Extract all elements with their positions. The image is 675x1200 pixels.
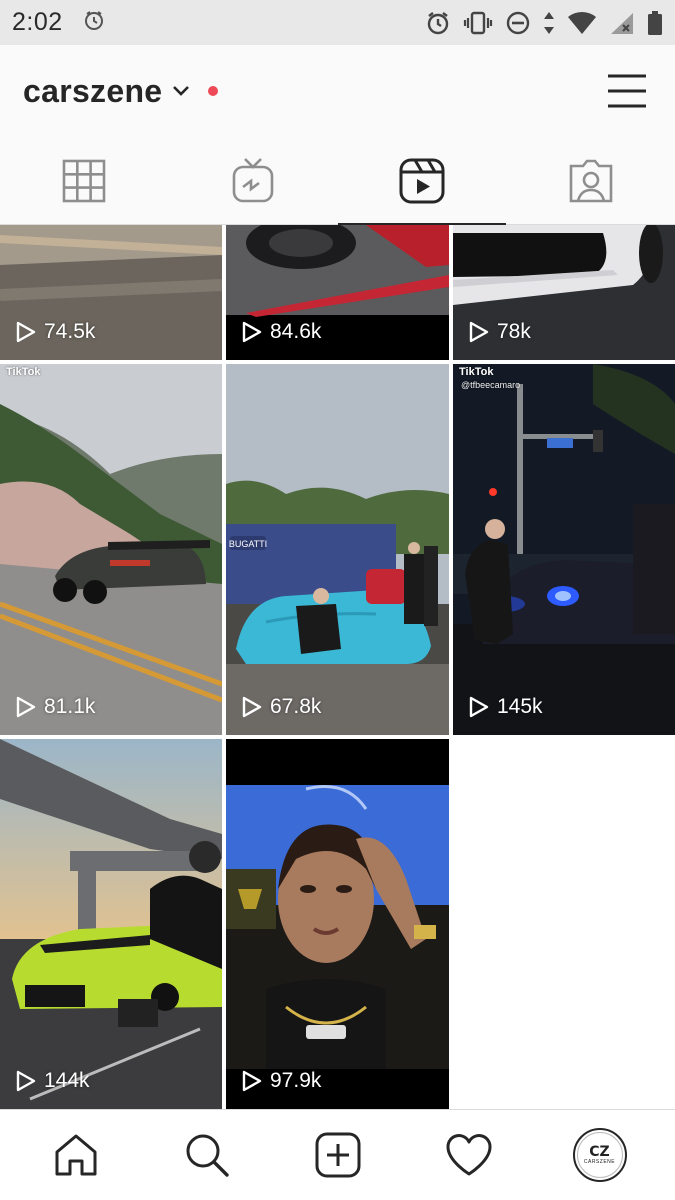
reel-thumbnail <box>453 364 675 735</box>
clock-outline-icon <box>83 9 105 36</box>
view-count: 78k <box>469 320 531 344</box>
avatar-logo: CZ CARSZENE <box>576 1132 623 1178</box>
play-icon <box>16 321 36 343</box>
new-post-icon <box>315 1132 361 1178</box>
view-count-text: 67.8k <box>270 695 322 718</box>
view-count-text: 145k <box>497 695 543 718</box>
play-icon <box>242 1070 262 1092</box>
view-count: 144k <box>16 1069 90 1093</box>
avatar-monogram: CZ <box>589 1144 610 1160</box>
account-switcher[interactable]: carszene <box>23 72 219 110</box>
home-icon <box>53 1132 99 1178</box>
reel-tile[interactable]: 144k <box>0 739 222 1109</box>
nav-search[interactable] <box>167 1115 247 1195</box>
tab-tagged[interactable] <box>506 137 675 224</box>
view-count-text: 81.1k <box>44 695 96 718</box>
reel-tile[interactable]: 97.9k <box>226 739 449 1109</box>
avatar-label: CARSZENE <box>583 1159 616 1165</box>
tiktok-handle: @tfbeecamaro <box>461 380 521 390</box>
reels-icon <box>399 158 445 204</box>
view-count-text: 78k <box>497 320 531 343</box>
grid-icon <box>62 159 106 203</box>
view-count: 74.5k <box>16 320 95 344</box>
signal-icon <box>609 11 635 35</box>
view-count-text: 84.6k <box>270 320 322 343</box>
tagged-icon <box>568 158 614 204</box>
reel-thumbnail <box>226 739 449 1109</box>
view-count: 81.1k <box>16 695 95 719</box>
status-bar: 2:02 <box>0 0 675 45</box>
profile-header: carszene <box>0 45 675 137</box>
wifi-icon <box>567 11 597 35</box>
reel-tile[interactable]: 78k <box>453 225 675 360</box>
bottom-nav: CZ CARSZENE <box>0 1109 675 1200</box>
nav-activity[interactable] <box>429 1115 509 1195</box>
reel-tile[interactable]: BUGATTI 67.8k <box>226 364 449 735</box>
reel-thumbnail <box>0 364 222 735</box>
tiktok-watermark: TikTok <box>459 366 494 378</box>
reel-thumbnail <box>0 739 222 1109</box>
play-icon <box>16 1070 36 1092</box>
reel-tile[interactable]: TikTok 81.1k <box>0 364 222 735</box>
notification-dot <box>208 86 219 96</box>
nav-new-post[interactable] <box>298 1115 378 1195</box>
view-count-text: 97.9k <box>270 1069 322 1092</box>
bugatti-sign: BUGATTI <box>229 539 267 549</box>
igtv-icon <box>231 157 275 205</box>
view-count: 84.6k <box>242 320 321 344</box>
battery-icon <box>647 10 663 36</box>
view-count-text: 144k <box>44 1069 90 1092</box>
view-count-text: 74.5k <box>44 320 96 343</box>
reel-thumbnail: BUGATTI <box>226 364 449 735</box>
view-count: 67.8k <box>242 695 321 719</box>
tab-igtv[interactable] <box>169 137 338 224</box>
nav-profile[interactable]: CZ CARSZENE <box>560 1115 640 1195</box>
username: carszene <box>23 72 163 109</box>
play-icon <box>242 696 262 718</box>
view-count: 145k <box>469 695 543 719</box>
reel-tile[interactable]: 84.6k <box>226 225 449 360</box>
play-icon <box>16 696 36 718</box>
play-icon <box>469 696 489 718</box>
hamburger-menu-icon <box>607 74 647 108</box>
profile-avatar: CZ CARSZENE <box>572 1128 627 1182</box>
search-icon <box>184 1132 230 1178</box>
data-arrows-icon <box>543 10 555 36</box>
reels-grid: 74.5k 84.6k 78k TikTok 81.1k BUGATTI 67.… <box>0 225 675 1109</box>
tiktok-watermark: TikTok <box>6 366 41 378</box>
tab-posts-grid[interactable] <box>0 137 169 224</box>
tab-reels[interactable] <box>337 137 507 225</box>
nav-home[interactable] <box>36 1115 116 1195</box>
play-icon <box>469 321 489 343</box>
menu-button[interactable] <box>607 74 647 108</box>
do-not-disturb-icon <box>505 10 531 36</box>
reel-tile[interactable]: TikTok @tfbeecamaro 145k <box>453 364 675 735</box>
status-time: 2:02 <box>12 8 63 36</box>
activity-heart-icon <box>445 1133 493 1177</box>
alarm-icon <box>425 10 451 36</box>
vibrate-icon <box>463 10 493 36</box>
play-icon <box>242 321 262 343</box>
chevron-down-icon <box>172 85 190 97</box>
view-count: 97.9k <box>242 1069 321 1093</box>
profile-tabs <box>0 137 675 225</box>
reel-tile[interactable]: 74.5k <box>0 225 222 360</box>
